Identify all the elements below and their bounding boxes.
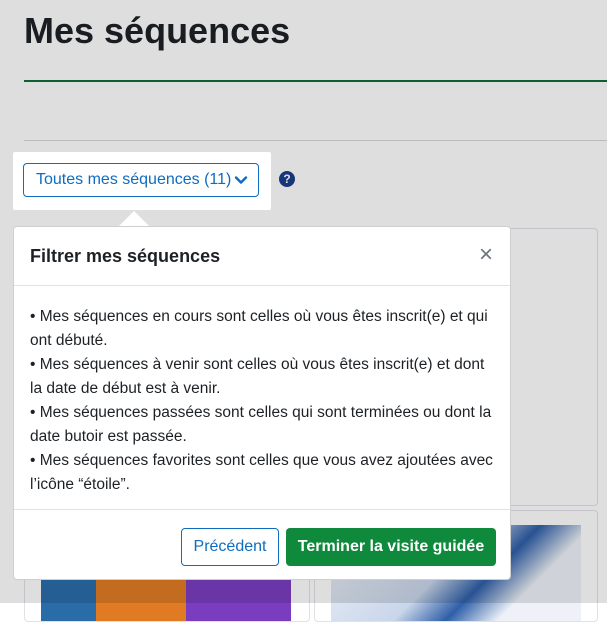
tour-body-line: • Mes séquences en cours sont celles où … (30, 308, 488, 349)
tour-body-line: • Mes séquences passées sont celles qui … (30, 404, 492, 445)
popover-footer: Précédent Terminer la visite guidée (14, 509, 510, 581)
chevron-down-icon (234, 176, 248, 184)
previous-button[interactable]: Précédent (181, 528, 279, 566)
tour-body-line: • Mes séquences favorites sont celles qu… (30, 452, 493, 493)
popover-body: • Mes séquences en cours sont celles où … (30, 305, 500, 497)
end-tour-button[interactable]: Terminer la visite guidée (286, 528, 496, 566)
course-filter-dropdown[interactable]: Toutes mes séquences (11) (23, 163, 259, 197)
tour-popover: Filtrer mes séquences × • Mes séquences … (13, 226, 511, 580)
tour-body-line: • Mes séquences à venir sont celles où v… (30, 356, 485, 397)
popover-header: Filtrer mes séquences × (14, 227, 510, 286)
popover-arrow (118, 211, 150, 227)
popover-title: Filtrer mes séquences (30, 246, 221, 266)
close-icon[interactable]: × (476, 243, 496, 267)
course-filter-label: Toutes mes séquences (11) (36, 171, 232, 188)
